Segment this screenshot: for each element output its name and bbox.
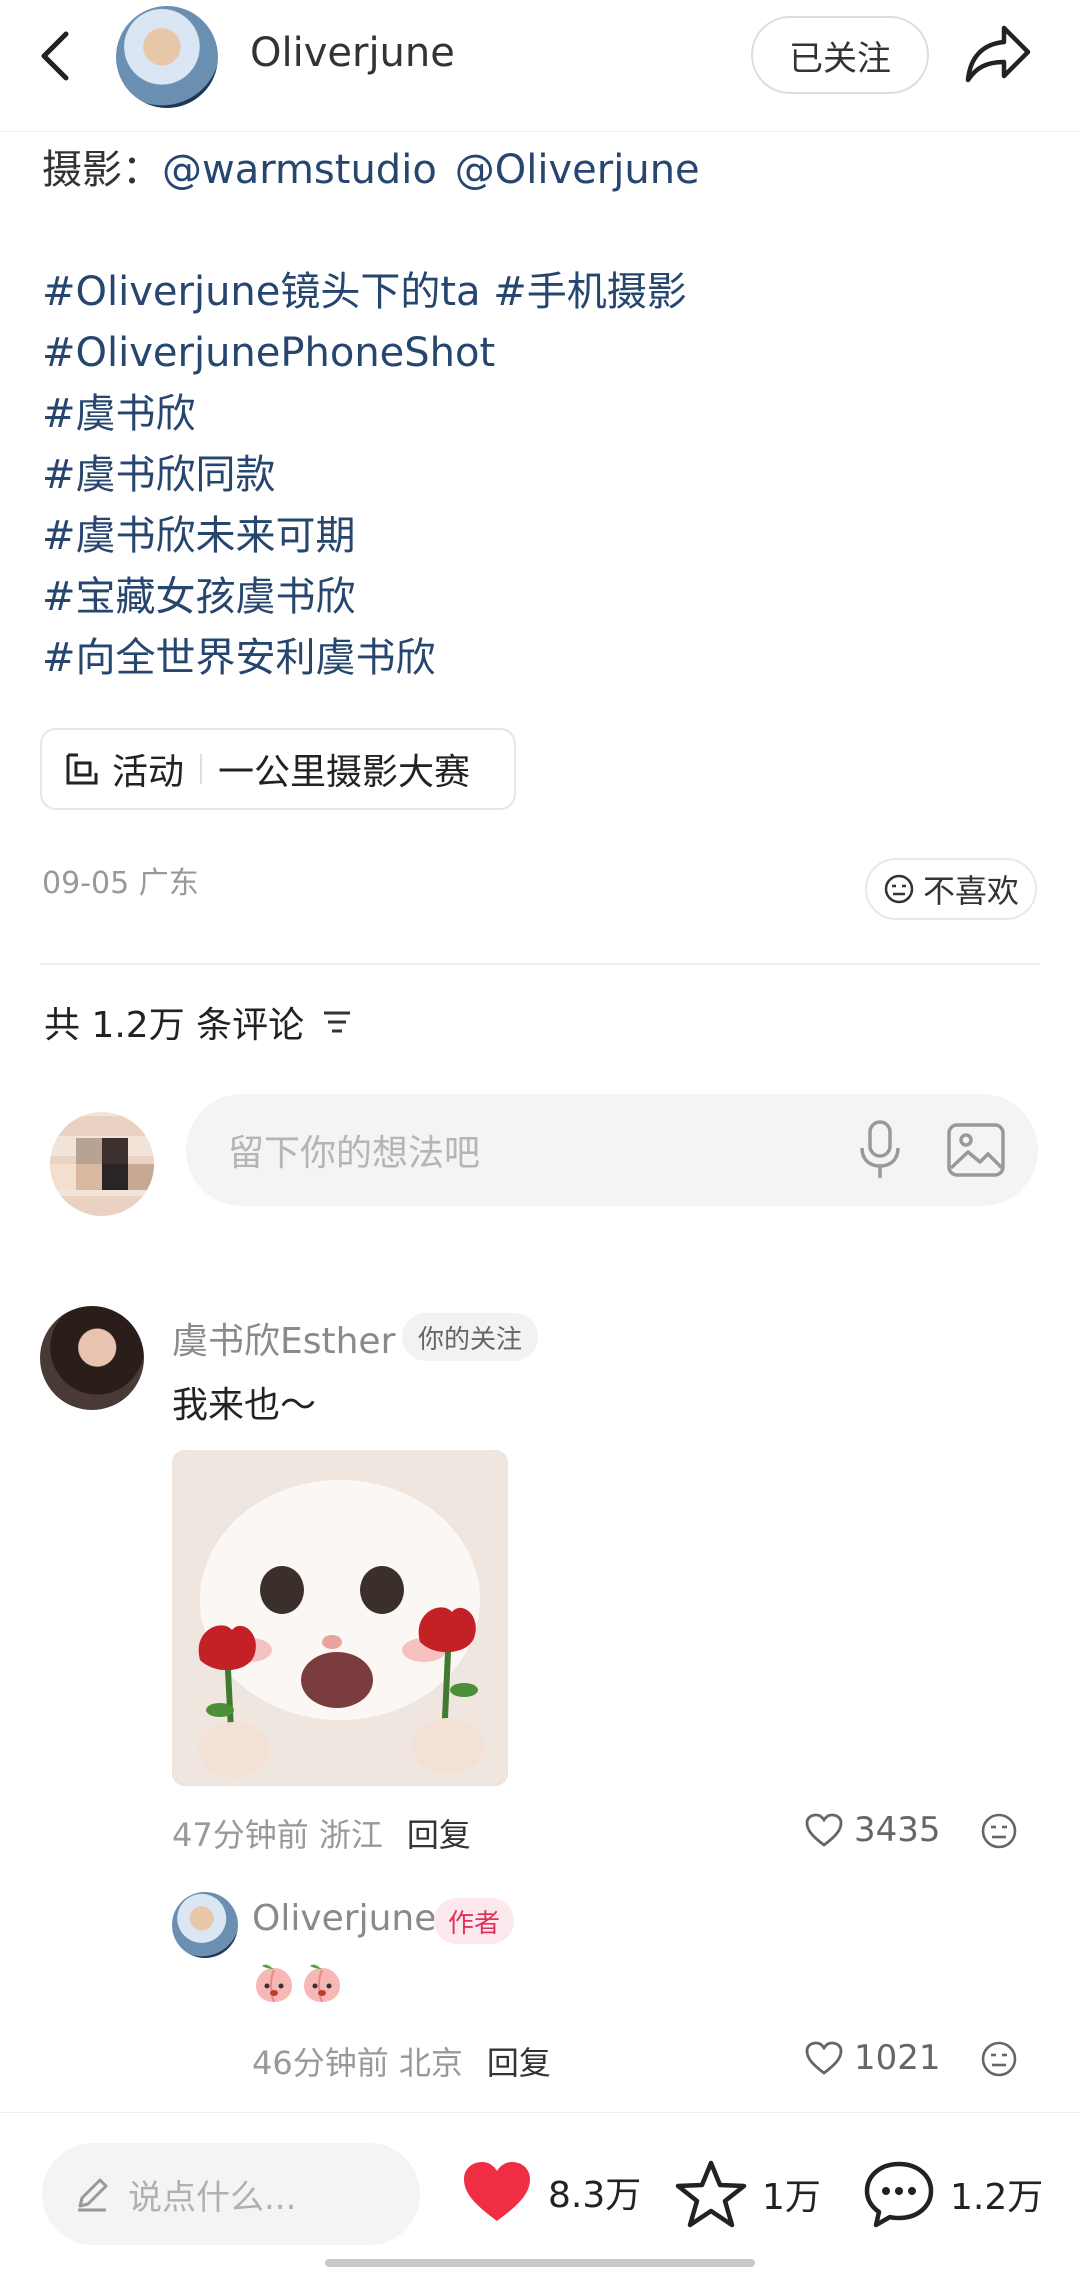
comment-bubble-icon xyxy=(864,2161,934,2228)
microphone-icon[interactable] xyxy=(854,1118,906,1182)
meh-face-icon xyxy=(884,874,914,904)
heart-outline-icon xyxy=(805,2041,843,2075)
commenter-avatar[interactable] xyxy=(40,1306,144,1410)
comment-sticker-image[interactable] xyxy=(172,1450,508,1786)
author-avatar[interactable] xyxy=(116,6,218,108)
author-badge: 作者 xyxy=(434,1898,515,1944)
hashtag-link[interactable]: #虞书欣 xyxy=(42,384,1042,445)
reply-author-name[interactable]: Oliverjune xyxy=(252,1898,436,1939)
divider xyxy=(200,754,203,784)
image-icon[interactable] xyxy=(946,1122,1006,1178)
post-description: 摄影：@warmstudio @Oliverjune #Oliverjune镜头下… xyxy=(42,140,1042,689)
meh-face-icon[interactable] xyxy=(980,1812,1018,1850)
photo-credit-line: 摄影：@warmstudio @Oliverjune xyxy=(42,140,1042,201)
dislike-label: 不喜欢 xyxy=(922,872,1019,910)
activity-icon xyxy=(66,753,98,785)
reply-author-avatar[interactable] xyxy=(172,1892,238,1958)
comments-header: 共 1.2万 条评论 xyxy=(44,996,352,1048)
post-like-count: 8.3万 xyxy=(548,2175,642,2216)
section-divider xyxy=(40,963,1040,965)
meh-face-icon[interactable] xyxy=(980,2040,1018,2078)
my-avatar xyxy=(50,1112,154,1216)
sort-icon[interactable] xyxy=(322,1009,352,1035)
bottom-action-bar: 说点什么... 8.3万 1万 1.2万 xyxy=(0,2112,1080,2274)
activity-chip[interactable]: 活动 一公里摄影大赛 xyxy=(40,728,516,810)
favorite-button[interactable]: 1万 xyxy=(674,2159,821,2229)
peach-emoji-icon xyxy=(256,1964,292,2003)
peach-emoji-icon xyxy=(304,1964,340,2003)
mention-link[interactable]: @Oliverjune xyxy=(455,147,700,193)
comment-time-location: 47分钟前 浙江 xyxy=(172,1816,383,1854)
cat-with-roses-illustration xyxy=(172,1450,508,1786)
credit-label: 摄影： xyxy=(42,147,162,193)
dislike-button[interactable]: 不喜欢 xyxy=(865,858,1037,920)
follow-button[interactable]: 已关注 xyxy=(751,16,929,94)
comment-input[interactable]: 留下你的想法吧 xyxy=(186,1094,1038,1206)
comment-like-button[interactable]: 3435 xyxy=(804,1810,941,1850)
like-post-button[interactable]: 8.3万 xyxy=(460,2159,641,2225)
back-arrow-icon[interactable] xyxy=(36,28,76,84)
heart-outline-icon xyxy=(805,1813,843,1847)
reply-button[interactable]: 回复 xyxy=(407,1816,471,1854)
reply-like-button[interactable]: 1021 xyxy=(804,2038,941,2078)
say-something-placeholder: 说点什么... xyxy=(128,2177,297,2218)
activity-label: 活动 xyxy=(112,752,185,793)
hashtag-link[interactable]: #OliverjunePhoneShot xyxy=(42,323,1042,384)
following-badge: 你的关注 xyxy=(402,1313,539,1361)
activity-name: 一公里摄影大赛 xyxy=(218,752,471,793)
hashtag-link[interactable]: #宝藏女孩虞书欣 xyxy=(42,567,1042,628)
reply-meta: 46分钟前 北京 回复 xyxy=(252,2038,551,2084)
comment-like-count: 3435 xyxy=(854,1810,941,1850)
comment-count: 1.2万 xyxy=(950,2177,1044,2218)
say-something-input[interactable]: 说点什么... xyxy=(42,2143,420,2245)
author-username[interactable]: Oliverjune xyxy=(250,30,455,76)
reply-button[interactable]: 回复 xyxy=(487,2044,551,2082)
mention-link[interactable]: @warmstudio xyxy=(162,147,437,193)
heart-filled-icon xyxy=(464,2162,530,2221)
comments-count: 共 1.2万 条评论 xyxy=(44,1005,305,1046)
comment-meta: 47分钟前 浙江 回复 xyxy=(172,1810,471,1856)
reply-like-count: 1021 xyxy=(854,2038,941,2078)
hashtag-link[interactable]: #向全世界安利虞书欣 xyxy=(42,628,1042,689)
commenter-name[interactable]: 虞书欣Esther xyxy=(172,1312,395,1364)
top-bar: Oliverjune 已关注 xyxy=(0,0,1080,132)
comment-button[interactable]: 1.2万 xyxy=(862,2159,1043,2229)
favorite-count: 1万 xyxy=(762,2177,821,2218)
comment-text: 我来也～ xyxy=(172,1385,317,1426)
reply-time-location: 46分钟前 北京 xyxy=(252,2044,463,2082)
reply-emoji-content xyxy=(252,1962,344,2006)
hashtag-link[interactable]: #Oliverjune镜头下的ta #手机摄影 xyxy=(42,262,1042,323)
share-icon[interactable] xyxy=(964,22,1034,86)
star-outline-icon xyxy=(675,2160,747,2228)
post-date-location: 09-05 广东 xyxy=(42,866,199,901)
hashtag-link[interactable]: #虞书欣未来可期 xyxy=(42,506,1042,567)
pencil-icon xyxy=(78,2178,108,2212)
hashtag-link[interactable]: #虞书欣同款 xyxy=(42,445,1042,506)
home-indicator xyxy=(325,2259,755,2267)
